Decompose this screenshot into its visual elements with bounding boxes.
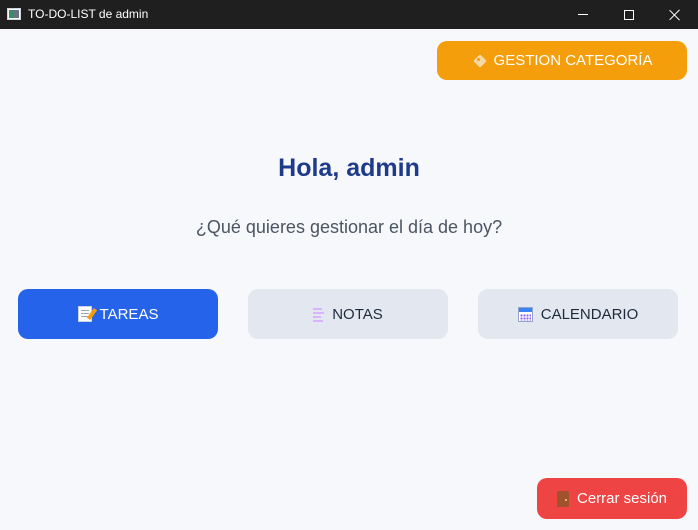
greeting-title: Hola, admin <box>278 154 420 182</box>
tasks-label: TAREAS <box>99 305 159 323</box>
title-bar: TO-DO-LIST de admin <box>0 0 698 29</box>
logout-button[interactable]: Cerrar sesión <box>537 478 687 519</box>
tag-icon <box>472 53 487 68</box>
prompt-question: ¿Qué quieres gestionar el día de hoy? <box>195 217 503 237</box>
notes-label: NOTAS <box>332 305 383 323</box>
maximize-button[interactable] <box>606 0 652 29</box>
tasks-button[interactable]: TAREAS <box>18 289 218 339</box>
notes-button[interactable]: NOTAS <box>248 289 448 339</box>
manage-categories-button[interactable]: GESTION CATEGORÍA <box>437 41 687 80</box>
calendar-label: CALENDARIO <box>540 305 639 323</box>
door-icon <box>556 490 569 507</box>
calendar-button[interactable]: CALENDARIO <box>478 289 678 339</box>
minimize-button[interactable] <box>560 0 606 29</box>
minimize-icon <box>578 14 588 15</box>
app-icon <box>7 8 21 20</box>
logout-label: Cerrar sesión <box>576 490 668 507</box>
memo-icon <box>77 306 97 322</box>
window-title: TO-DO-LIST de admin <box>28 7 149 21</box>
close-button[interactable] <box>652 0 698 29</box>
maximize-icon <box>624 9 634 20</box>
manage-categories-label: GESTION CATEGORÍA <box>493 52 653 69</box>
notes-icon <box>313 307 325 322</box>
close-icon <box>669 9 681 21</box>
calendar-icon <box>517 306 533 322</box>
